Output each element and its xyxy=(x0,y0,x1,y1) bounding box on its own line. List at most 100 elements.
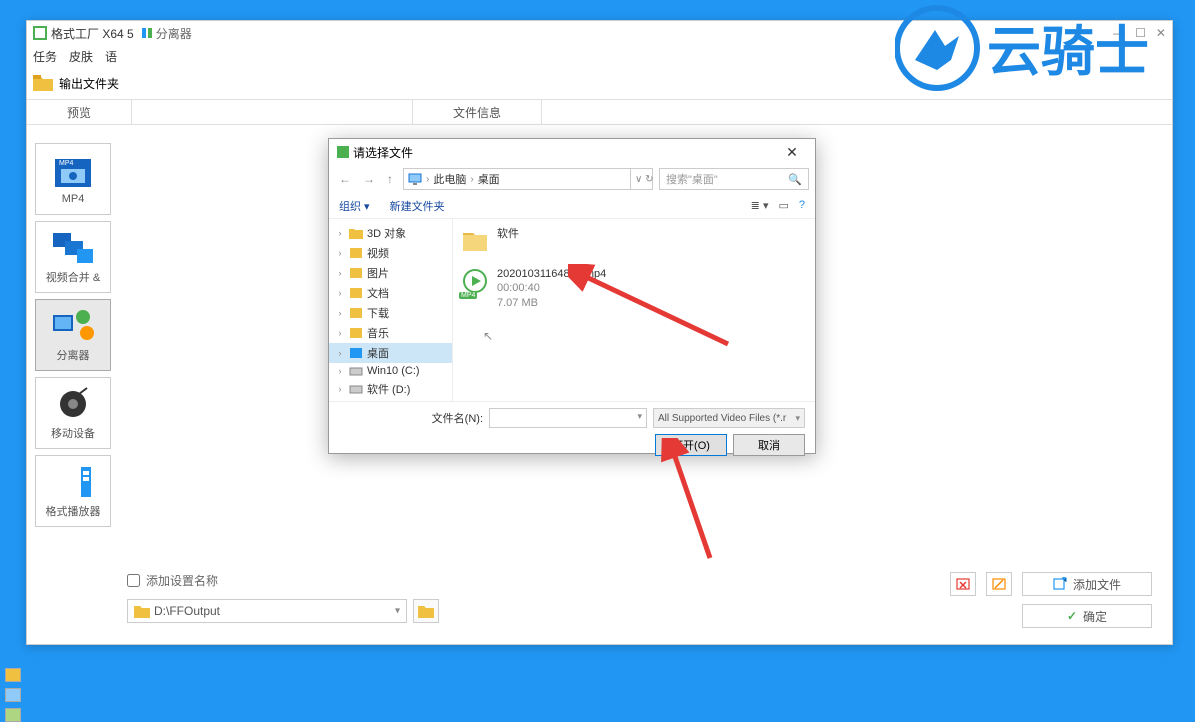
mini-icon-2[interactable] xyxy=(5,688,21,702)
folder-icon xyxy=(134,604,150,618)
video-duration: 00:00:40 xyxy=(497,281,606,295)
filename-input[interactable]: ▾ xyxy=(489,408,647,428)
organize-menu[interactable]: 组织 ▾ xyxy=(339,198,370,214)
menubar: 任务 皮肤 语 xyxy=(27,45,1172,67)
tree-item-video[interactable]: ›视频 xyxy=(329,243,452,263)
chevron-down-icon: ▾ xyxy=(637,411,642,422)
tile-mobile[interactable]: 移动设备 xyxy=(35,377,111,449)
folder-icon xyxy=(418,604,434,618)
clear-button[interactable] xyxy=(986,572,1012,596)
forward-button[interactable]: → xyxy=(359,170,379,188)
close-button[interactable]: ✕ xyxy=(777,142,807,162)
dialog-icon xyxy=(337,146,349,158)
chevron-right-icon: › xyxy=(470,174,473,185)
open-button[interactable]: 打开(O) xyxy=(655,434,727,456)
mini-icon-1[interactable] xyxy=(5,668,21,682)
tile-label: 分离器 xyxy=(57,347,90,363)
ok-row: ✓ 确定 xyxy=(1022,604,1152,628)
tree-item-drive-d[interactable]: ›软件 (D:) xyxy=(329,379,452,399)
format-sidebar: MP4 MP4 视频合并 & 分离器 移动设备 格式播放器 xyxy=(27,125,119,569)
path-row: D:\FFOutput ▾ xyxy=(127,599,1152,623)
app-icon xyxy=(33,26,47,40)
dialog-titlebar: 请选择文件 ✕ xyxy=(329,139,815,165)
search-icon: 🔍 xyxy=(788,173,802,186)
breadcrumb-pc[interactable]: 此电脑 xyxy=(433,171,466,187)
mp4-badge: MP4 xyxy=(459,292,477,299)
mini-icon-3[interactable] xyxy=(5,708,21,722)
chevron-down-icon: ▾ xyxy=(795,413,800,424)
add-file-label: 添加文件 xyxy=(1073,576,1121,593)
titlebar: 格式工厂 X64 5 分离器 — ☐ ✕ xyxy=(27,21,1172,45)
filename-label: 文件名(N): xyxy=(432,410,483,426)
ok-button[interactable]: ✓ 确定 xyxy=(1022,604,1152,628)
right-actions: 添加文件 xyxy=(950,572,1152,596)
tile-label: 视频合并 & xyxy=(46,269,100,285)
preview-pane-button[interactable]: ▭ xyxy=(778,199,788,212)
pc-icon xyxy=(408,173,422,185)
folder-item[interactable]: 软件 xyxy=(461,227,807,255)
remove-file-button[interactable] xyxy=(950,572,976,596)
check-icon: ✓ xyxy=(1067,609,1077,623)
output-folder-label: 输出文件夹 xyxy=(59,75,119,92)
toolbar: 输出文件夹 xyxy=(27,67,1172,99)
folder-tree: ›3D 对象 ›视频 ›图片 ›文档 ›下载 ›音乐 ›桌面 ›Win10 (C… xyxy=(329,219,453,401)
chevron-right-icon: › xyxy=(426,174,429,185)
folder-icon xyxy=(33,75,53,91)
breadcrumb[interactable]: › 此电脑 › 桌面 xyxy=(403,168,631,190)
output-path: D:\FFOutput xyxy=(154,604,220,618)
ok-label: 确定 xyxy=(1083,608,1107,625)
filter-combo[interactable]: All Supported Video Files (*.r ▾ xyxy=(653,408,805,428)
tile-separator[interactable]: 分离器 xyxy=(35,299,111,371)
tree-item-pictures[interactable]: ›图片 xyxy=(329,263,452,283)
tree-item-desktop[interactable]: ›桌面 xyxy=(329,343,452,363)
output-path-combo[interactable]: D:\FFOutput ▾ xyxy=(127,599,407,623)
folder-name: 软件 xyxy=(497,227,519,241)
video-filename: 20201031164822.mp4 xyxy=(497,267,606,281)
checkbox-label: 添加设置名称 xyxy=(146,572,218,589)
app-title: 格式工厂 X64 5 xyxy=(51,25,134,42)
add-settings-checkbox[interactable] xyxy=(127,574,140,587)
filter-text: All Supported Video Files (*.r xyxy=(658,413,786,424)
tree-item-downloads[interactable]: ›下载 xyxy=(329,303,452,323)
tree-item-3d[interactable]: ›3D 对象 xyxy=(329,223,452,243)
search-input[interactable]: 搜索"桌面" 🔍 xyxy=(659,168,809,190)
browse-button[interactable] xyxy=(413,599,439,623)
dialog-title: 请选择文件 xyxy=(353,144,413,161)
menu-lang[interactable]: 语 xyxy=(105,48,117,65)
tab-fileinfo[interactable]: 文件信息 xyxy=(412,100,542,124)
help-button[interactable]: ? xyxy=(799,199,805,212)
tree-item-documents[interactable]: ›文档 xyxy=(329,283,452,303)
tree-item-music[interactable]: ›音乐 xyxy=(329,323,452,343)
breadcrumb-desktop[interactable]: 桌面 xyxy=(478,171,500,187)
window-controls[interactable]: — ☐ ✕ xyxy=(1113,26,1166,40)
tile-label: 移动设备 xyxy=(51,425,95,441)
subtitle: 分离器 xyxy=(156,25,192,42)
nav-arrows: ← → ↑ xyxy=(335,170,397,188)
tab-preview[interactable]: 预览 xyxy=(27,100,132,124)
back-button[interactable]: ← xyxy=(335,170,355,188)
tile-player[interactable]: 格式播放器 xyxy=(35,455,111,527)
new-folder-button[interactable]: 新建文件夹 xyxy=(390,198,445,214)
separator-icon xyxy=(140,26,154,40)
dialog-toolbar: 组织 ▾ 新建文件夹 ≣ ▾ ▭ ? xyxy=(329,193,815,219)
tile-mp4[interactable]: MP4 MP4 xyxy=(35,143,111,215)
view-options-button[interactable]: ≣ ▾ xyxy=(751,199,769,212)
tile-label: 格式播放器 xyxy=(46,503,101,519)
tabs-row: 预览 文件信息 xyxy=(27,99,1172,125)
file-open-dialog: 请选择文件 ✕ ← → ↑ › 此电脑 › 桌面 ∨ ↻ 搜索"桌面" 🔍 组织… xyxy=(328,138,816,454)
tile-merge[interactable]: 视频合并 & xyxy=(35,221,111,293)
refresh-button[interactable]: ∨ ↻ xyxy=(631,168,653,190)
file-list: 软件 MP4 20201031164822.mp4 00:00:40 7.07 … xyxy=(453,219,815,401)
video-file-item[interactable]: MP4 20201031164822.mp4 00:00:40 7.07 MB xyxy=(461,267,807,310)
menu-task[interactable]: 任务 xyxy=(33,48,57,65)
menu-skin[interactable]: 皮肤 xyxy=(69,48,93,65)
tree-item-drive-c[interactable]: ›Win10 (C:) xyxy=(329,363,452,379)
dialog-bottom: 文件名(N): ▾ All Supported Video Files (*.r… xyxy=(329,401,815,455)
search-placeholder: 搜索"桌面" xyxy=(666,171,718,187)
dialog-body: ›3D 对象 ›视频 ›图片 ›文档 ›下载 ›音乐 ›桌面 ›Win10 (C… xyxy=(329,219,815,401)
add-file-button[interactable]: 添加文件 xyxy=(1022,572,1152,596)
cancel-button[interactable]: 取消 xyxy=(733,434,805,456)
up-button[interactable]: ↑ xyxy=(383,170,397,188)
bottom-bar: 添加设置名称 D:\FFOutput ▾ 添加文件 xyxy=(127,572,1152,632)
dialog-nav: ← → ↑ › 此电脑 › 桌面 ∨ ↻ 搜索"桌面" 🔍 xyxy=(329,165,815,193)
